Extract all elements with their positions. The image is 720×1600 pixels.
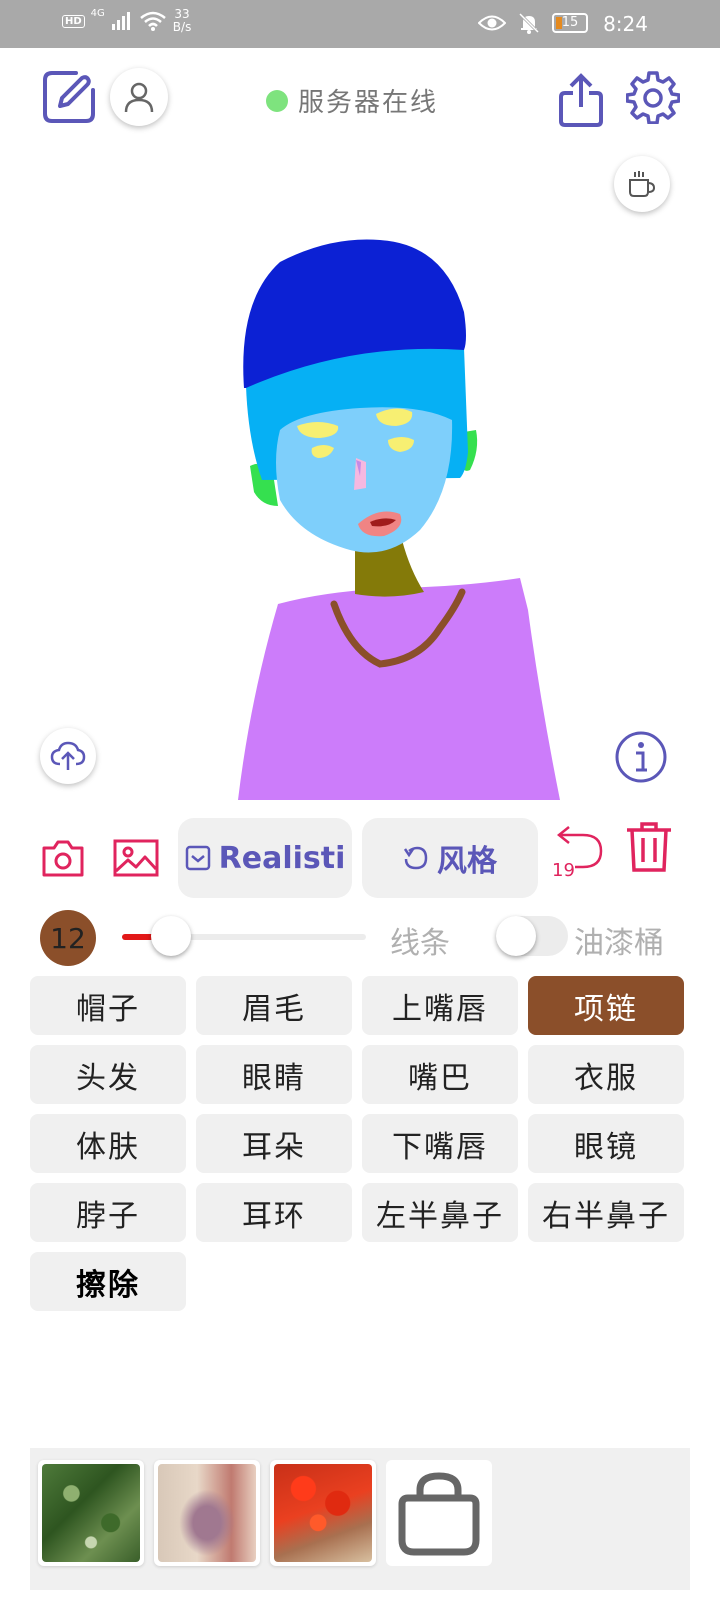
gear-icon — [626, 71, 680, 124]
delete-button[interactable] — [624, 820, 674, 874]
status-dot — [266, 89, 288, 112]
part-chip[interactable]: 衣服 — [528, 1045, 684, 1104]
part-chip[interactable]: 左半鼻子 — [362, 1183, 518, 1242]
share-icon — [559, 73, 603, 127]
sketch-drawing — [238, 239, 560, 800]
server-status: 服务器在线 — [266, 82, 438, 119]
bucket-toggle[interactable] — [496, 916, 568, 956]
info-icon — [615, 731, 667, 783]
server-status-text: 服务器在线 — [298, 88, 439, 118]
brush-size-slider[interactable] — [122, 916, 366, 956]
hd-badge: HD — [62, 14, 85, 28]
part-chip[interactable]: 耳环 — [196, 1183, 352, 1242]
style-thumb-foliage[interactable] — [38, 1460, 144, 1566]
undo-button[interactable]: 19 — [550, 818, 606, 881]
part-chip[interactable]: 头发 — [30, 1045, 186, 1104]
toggle-knob — [496, 916, 536, 956]
trash-icon — [627, 822, 671, 872]
red-flowers-image — [274, 1464, 372, 1562]
slider-thumb[interactable] — [150, 916, 191, 956]
image-icon — [113, 839, 159, 877]
style-thumb-pink[interactable] — [154, 1460, 260, 1566]
battery-icon: 15 — [552, 13, 588, 33]
info-button[interactable] — [614, 730, 668, 784]
part-chip[interactable]: 上嘴唇 — [362, 976, 518, 1035]
status-left: HD 4G 33 B/s — [62, 8, 191, 34]
part-chip[interactable]: 眼睛 — [196, 1045, 352, 1104]
user-button[interactable] — [110, 68, 168, 126]
style-tray — [30, 1448, 690, 1590]
status-right: 15 — [478, 12, 588, 34]
wifi-icon — [139, 11, 166, 31]
settings-button[interactable] — [626, 70, 680, 124]
part-chip[interactable]: 脖子 — [30, 1183, 186, 1242]
part-chip[interactable]: 右半鼻子 — [528, 1183, 684, 1242]
style-thumb-red[interactable] — [270, 1460, 376, 1566]
pink-texture-image — [158, 1464, 256, 1562]
user-icon — [124, 82, 154, 113]
drawing-canvas[interactable] — [0, 150, 720, 810]
status-bar: HD 4G 33 B/s 15 8:24 — [0, 0, 720, 48]
shopping-bag-icon — [398, 1472, 480, 1556]
style-label: 风格 — [437, 844, 497, 879]
foliage-image — [42, 1464, 140, 1562]
brush-row: 12 线条 油漆桶 — [0, 908, 720, 968]
mute-bell-icon — [518, 12, 540, 34]
part-chip[interactable]: 体肤 — [30, 1114, 186, 1173]
shop-button[interactable] — [386, 1460, 492, 1566]
camera-icon — [42, 840, 84, 877]
checkbox-icon — [185, 845, 210, 871]
undo-count: 19 — [552, 860, 575, 881]
part-chip[interactable]: 嘴巴 — [362, 1045, 518, 1104]
edit-button[interactable] — [40, 68, 98, 126]
line-mode-label: 线条 — [390, 926, 450, 961]
signal-icon — [111, 12, 130, 30]
coffee-button[interactable] — [614, 156, 670, 212]
part-chip[interactable]: 眉毛 — [196, 976, 352, 1035]
cloud-upload-icon — [50, 741, 86, 770]
part-chip[interactable]: 下嘴唇 — [362, 1114, 518, 1173]
bucket-label: 油漆桶 — [574, 926, 664, 961]
clock: 8:24 — [603, 12, 648, 36]
style-button[interactable]: 风格 — [362, 818, 538, 898]
part-chip[interactable]: 耳朵 — [196, 1114, 352, 1173]
realistic-toggle[interactable]: Realisti — [178, 818, 352, 898]
camera-button[interactable] — [40, 836, 86, 880]
upload-button[interactable] — [40, 728, 96, 784]
part-chip[interactable]: 帽子 — [30, 976, 186, 1035]
share-button[interactable] — [556, 72, 606, 128]
eye-icon — [478, 15, 506, 31]
part-chip[interactable]: 项链 — [528, 976, 684, 1035]
battery-level: 15 — [561, 15, 579, 30]
edit-note-icon — [43, 71, 95, 123]
top-bar: 服务器在线 — [0, 48, 720, 148]
tool-row: Realisti 风格 19 — [0, 818, 720, 900]
refresh-icon — [403, 846, 428, 870]
network-speed: 33 B/s — [173, 8, 192, 34]
realistic-label: Realisti — [218, 840, 346, 876]
part-chip[interactable]: 擦除 — [30, 1252, 186, 1311]
coffee-cup-icon — [629, 171, 656, 197]
brush-size-badge: 12 — [40, 910, 96, 966]
parts-grid: 帽子 眉毛 上嘴唇 项链头发 眼睛 嘴巴 衣服体肤 耳朵 下嘴唇 眼镜脖子 耳环 左半鼻子 右半鼻子擦除 — [30, 976, 690, 1311]
network-type: 4G — [90, 8, 105, 19]
speed-unit: B/s — [172, 20, 192, 34]
gallery-button[interactable] — [112, 836, 160, 880]
part-chip[interactable]: 眼镜 — [528, 1114, 684, 1173]
